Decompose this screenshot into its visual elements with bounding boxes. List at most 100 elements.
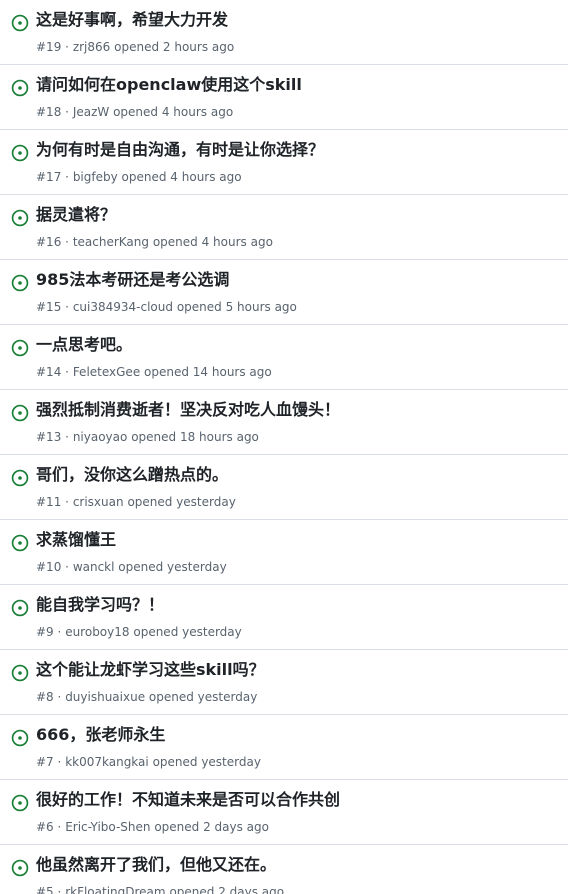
issue-meta: #8 · duyishuaixue opened yesterday	[36, 688, 257, 706]
issue-title-link[interactable]: 能自我学习吗？！	[36, 594, 164, 616]
issue-title-link[interactable]: 强烈抵制消费逝者！坚决反对吃人血馒头！	[36, 399, 340, 421]
issue-row[interactable]: 666，张老师永生 #7 · kk007kangkai opened yester…	[0, 715, 568, 780]
issue-opened-time: opened 2 hours ago	[114, 40, 235, 54]
issue-author-link[interactable]: niyaoyao	[73, 430, 128, 444]
issue-author-link[interactable]: duyishuaixue	[65, 690, 145, 704]
issue-meta: #5 · rkFloatingDream opened 2 days ago	[36, 883, 284, 894]
issue-title-link[interactable]: 为何有时是自由沟通，有时是让你选择？	[36, 139, 324, 161]
issue-author-link[interactable]: euroboy18	[65, 625, 129, 639]
issue-number: #18	[36, 105, 62, 119]
meta-separator: ·	[65, 235, 69, 249]
issue-author-link[interactable]: crisxuan	[73, 495, 124, 509]
issue-number: #6	[36, 820, 54, 834]
issue-row[interactable]: 据灵遣将？ #16 · teacherKang opened 4 hours ag…	[0, 195, 568, 260]
issue-row[interactable]: 这是好事啊，希望大力开发 #19 · zrj866 opened 2 hours …	[0, 0, 568, 65]
issue-author-link[interactable]: zrj866	[73, 40, 110, 54]
issue-opened-icon	[11, 339, 29, 357]
issue-row[interactable]: 很好的工作！不知道未来是否可以合作共创 #6 · Eric-Yibo-Shen o…	[0, 780, 568, 845]
issue-row[interactable]: 求蒸馏懂王 #10 · wanckl opened yesterday	[0, 520, 568, 585]
issue-meta: #19 · zrj866 opened 2 hours ago	[36, 38, 234, 56]
issue-opened-time: opened yesterday	[133, 625, 242, 639]
issue-meta: #13 · niyaoyao opened 18 hours ago	[36, 428, 259, 446]
issue-title-link[interactable]: 请问如何在openclaw使用这个skill	[36, 74, 302, 96]
issue-row[interactable]: 强烈抵制消费逝者！坚决反对吃人血馒头！ #13 · niyaoyao opened…	[0, 390, 568, 455]
issue-opened-icon	[11, 274, 29, 292]
meta-separator: ·	[65, 365, 69, 379]
issue-meta: #18 · JeazW opened 4 hours ago	[36, 103, 233, 121]
issue-opened-time: opened 4 hours ago	[152, 235, 273, 249]
issue-opened-icon	[11, 794, 29, 812]
issue-row[interactable]: 为何有时是自由沟通，有时是让你选择？ #17 · bigfeby opened 4…	[0, 130, 568, 195]
issue-author-link[interactable]: kk007kangkai	[65, 755, 149, 769]
issue-meta: #6 · Eric-Yibo-Shen opened 2 days ago	[36, 818, 269, 836]
issue-opened-icon	[11, 469, 29, 487]
meta-separator: ·	[57, 625, 62, 639]
issue-author-link[interactable]: bigfeby	[73, 170, 118, 184]
issue-number: #15	[36, 300, 62, 314]
issue-number: #17	[36, 170, 62, 184]
issue-opened-icon	[11, 79, 29, 97]
issue-opened-time: opened 18 hours ago	[131, 430, 259, 444]
meta-separator: ·	[65, 560, 69, 574]
meta-separator: ·	[65, 430, 69, 444]
issue-author-link[interactable]: Eric-Yibo-Shen	[65, 820, 150, 834]
meta-separator: ·	[65, 495, 69, 509]
issue-author-link[interactable]: teacherKang	[73, 235, 149, 249]
issue-row[interactable]: 这个能让龙虾学习这些skill吗？ #8 · duyishuaixue opene…	[0, 650, 568, 715]
issue-opened-icon	[11, 14, 29, 32]
issue-row[interactable]: 能自我学习吗？！ #9 · euroboy18 opened yesterday	[0, 585, 568, 650]
issue-opened-time: opened 2 days ago	[169, 885, 285, 894]
meta-separator: ·	[57, 885, 62, 894]
issue-row[interactable]: 请问如何在openclaw使用这个skill #18 · JeazW opened…	[0, 65, 568, 130]
issue-number: #7	[36, 755, 54, 769]
issue-title-link[interactable]: 985法本考研还是考公选调	[36, 269, 229, 291]
issue-number: #14	[36, 365, 62, 379]
issue-row[interactable]: 985法本考研还是考公选调 #15 · cui384934-cloud opene…	[0, 260, 568, 325]
issue-opened-icon	[11, 404, 29, 422]
issue-meta: #14 · FeletexGee opened 14 hours ago	[36, 363, 272, 381]
meta-separator: ·	[57, 820, 62, 834]
issue-meta: #11 · crisxuan opened yesterday	[36, 493, 236, 511]
issue-title-link[interactable]: 他虽然离开了我们，但他又还在。	[36, 854, 276, 876]
issue-opened-time: opened 5 hours ago	[176, 300, 297, 314]
issue-opened-time: opened 4 hours ago	[113, 105, 234, 119]
meta-separator: ·	[65, 105, 69, 119]
issue-title-link[interactable]: 这是好事啊，希望大力开发	[36, 9, 228, 31]
issue-number: #19	[36, 40, 62, 54]
issue-meta: #9 · euroboy18 opened yesterday	[36, 623, 242, 641]
issue-title-link[interactable]: 这个能让龙虾学习这些skill吗？	[36, 659, 265, 681]
issue-list: 这是好事啊，希望大力开发 #19 · zrj866 opened 2 hours …	[0, 0, 568, 894]
issue-opened-time: opened 4 hours ago	[121, 170, 242, 184]
issue-opened-icon	[11, 144, 29, 162]
issue-title-link[interactable]: 一点思考吧。	[36, 334, 132, 356]
issue-title-link[interactable]: 据灵遣将？	[36, 204, 116, 226]
issue-meta: #7 · kk007kangkai opened yesterday	[36, 753, 261, 771]
issue-meta: #15 · cui384934-cloud opened 5 hours ago	[36, 298, 297, 316]
issue-opened-time: opened yesterday	[127, 495, 236, 509]
issue-row[interactable]: 哥们，没你这么蹭热点的。 #11 · crisxuan opened yester…	[0, 455, 568, 520]
issue-number: #9	[36, 625, 54, 639]
issue-opened-time: opened 2 days ago	[154, 820, 269, 834]
issue-author-link[interactable]: FeletexGee	[73, 365, 140, 379]
issue-number: #10	[36, 560, 62, 574]
meta-separator: ·	[57, 690, 62, 704]
issue-title-link[interactable]: 求蒸馏懂王	[36, 529, 116, 551]
issue-author-link[interactable]: cui384934-cloud	[73, 300, 173, 314]
issue-row[interactable]: 一点思考吧。 #14 · FeletexGee opened 14 hours a…	[0, 325, 568, 390]
issue-row[interactable]: 他虽然离开了我们，但他又还在。 #5 · rkFloatingDream open…	[0, 845, 568, 894]
issue-opened-time: opened yesterday	[152, 755, 261, 769]
issue-opened-time: opened 14 hours ago	[144, 365, 272, 379]
issue-author-link[interactable]: rkFloatingDream	[65, 885, 165, 894]
issue-author-link[interactable]: wanckl	[73, 560, 115, 574]
issue-opened-icon	[11, 599, 29, 617]
issue-title-link[interactable]: 很好的工作！不知道未来是否可以合作共创	[36, 789, 340, 811]
meta-separator: ·	[57, 755, 62, 769]
meta-separator: ·	[65, 40, 69, 54]
issue-author-link[interactable]: JeazW	[73, 105, 109, 119]
issue-opened-icon	[11, 664, 29, 682]
issue-opened-icon	[11, 534, 29, 552]
issue-title-link[interactable]: 哥们，没你这么蹭热点的。	[36, 464, 228, 486]
meta-separator: ·	[65, 300, 69, 314]
issue-title-link[interactable]: 666，张老师永生	[36, 724, 165, 746]
issue-number: #11	[36, 495, 62, 509]
